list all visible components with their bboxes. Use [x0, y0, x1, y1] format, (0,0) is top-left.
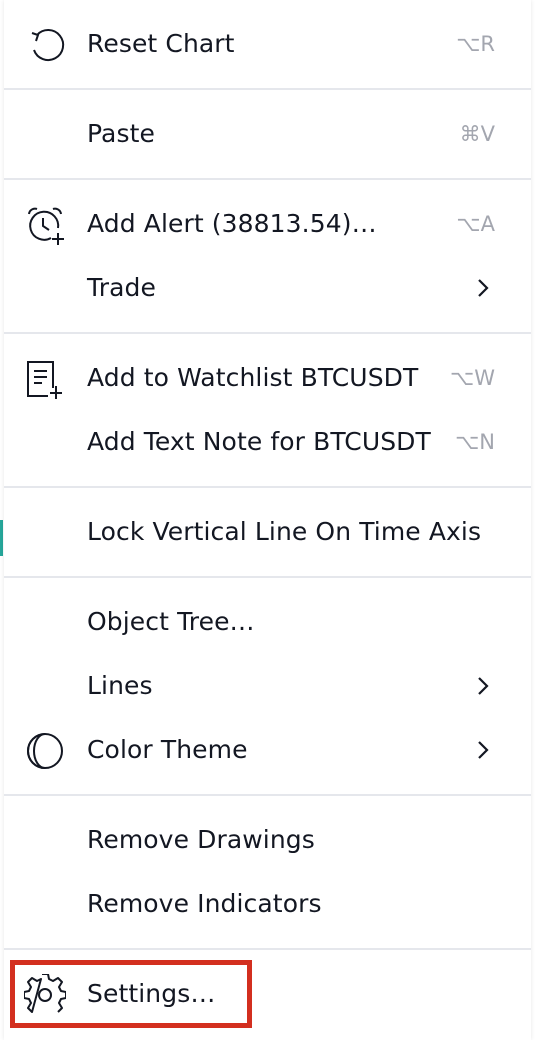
menu-item-color-theme[interactable]: Color Theme: [4, 718, 531, 782]
menu-item-label: Add Text Note for BTCUSDT: [87, 427, 431, 456]
menu-item-shortcut: ⌘V: [459, 122, 495, 146]
menu-separator: [4, 576, 531, 578]
gear-icon: [24, 974, 66, 1016]
menu-item-label: Paste: [87, 119, 155, 148]
menu-separator: [4, 486, 531, 488]
menu-separator: [4, 88, 531, 90]
menu-item-add-text-note[interactable]: Add Text Note for BTCUSDT ⌥N: [4, 410, 531, 474]
menu-item-shortcut: ⌥R: [456, 32, 495, 56]
menu-item-lock-vertical-line[interactable]: Lock Vertical Line On Time Axis: [4, 500, 531, 564]
menu-item-settings[interactable]: Settings…: [4, 962, 531, 1026]
alarm-clock-plus-icon: [24, 204, 66, 246]
menu-item-label: Remove Indicators: [87, 889, 322, 918]
menu-item-label: Add to Watchlist BTCUSDT: [87, 363, 419, 392]
menu-item-add-alert[interactable]: Add Alert (38813.54)… ⌥A: [4, 192, 531, 256]
chevron-right-icon: [471, 276, 495, 300]
menu-separator: [4, 178, 531, 180]
menu-item-shortcut: ⌥W: [450, 366, 495, 390]
menu-item-label: Reset Chart: [87, 29, 235, 58]
menu-item-label: Settings…: [87, 979, 216, 1008]
reset-icon: [24, 24, 66, 66]
menu-item-reset-chart[interactable]: Reset Chart ⌥R: [4, 12, 531, 76]
menu-item-label: Color Theme: [87, 735, 248, 764]
menu-item-label: Remove Drawings: [87, 825, 315, 854]
menu-item-object-tree[interactable]: Object Tree…: [4, 590, 531, 654]
menu-item-label: Lock Vertical Line On Time Axis: [87, 517, 482, 546]
menu-separator: [4, 332, 531, 334]
menu-item-add-to-watchlist[interactable]: Add to Watchlist BTCUSDT ⌥W: [4, 346, 531, 410]
menu-item-label: Lines: [87, 671, 153, 700]
menu-item-trade[interactable]: Trade: [4, 256, 531, 320]
menu-item-shortcut: ⌥A: [456, 212, 495, 236]
menu-item-label: Object Tree…: [87, 607, 255, 636]
menu-item-label: Add Alert (38813.54)…: [87, 209, 377, 238]
menu-separator: [4, 948, 531, 950]
chevron-right-icon: [471, 738, 495, 762]
menu-item-paste[interactable]: Paste ⌘V: [4, 102, 531, 166]
menu-item-shortcut: ⌥N: [455, 430, 495, 454]
menu-item-remove-drawings[interactable]: Remove Drawings: [4, 808, 531, 872]
menu-item-remove-indicators[interactable]: Remove Indicators: [4, 872, 531, 936]
moon-icon: [24, 730, 66, 772]
chart-context-menu: Reset Chart ⌥R Paste ⌘V Add Alert (38813…: [4, 0, 531, 1040]
menu-item-label: Trade: [87, 273, 156, 302]
chevron-right-icon: [471, 674, 495, 698]
menu-separator: [4, 794, 531, 796]
menu-item-lines[interactable]: Lines: [4, 654, 531, 718]
watchlist-add-icon: [24, 358, 66, 400]
chart-edge-mark: [0, 520, 3, 556]
